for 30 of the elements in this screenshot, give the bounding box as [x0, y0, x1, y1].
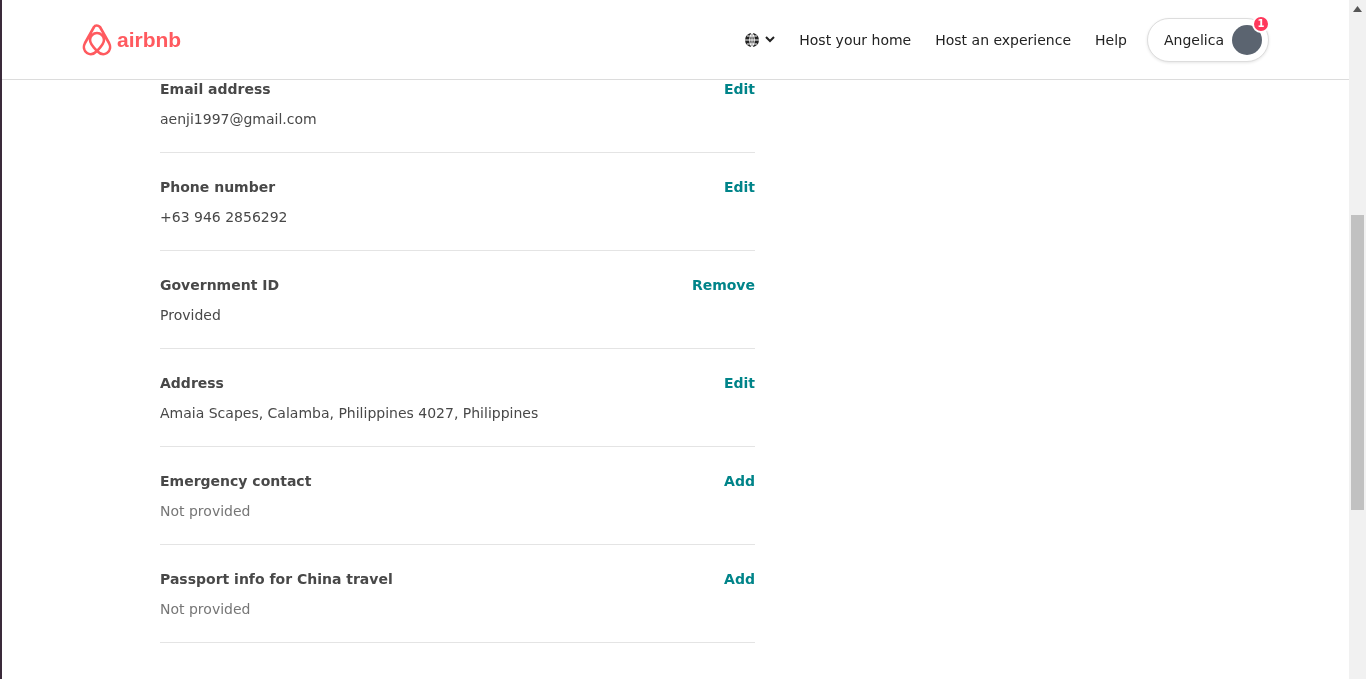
scrollbar[interactable] [1349, 0, 1366, 679]
field-label: Government ID [160, 277, 280, 293]
logo-wordmark[interactable]: airbnb [117, 27, 182, 52]
airbnb-logo-icon[interactable] [82, 23, 112, 56]
nav-link[interactable]: Host your home [787, 31, 924, 48]
field-value: Amaia Scapes, Calamba, Philippines 4027, Philippines [160, 404, 540, 422]
scroll-up-icon[interactable] [1353, 6, 1362, 12]
nav-link[interactable]: Host an experience [923, 31, 1084, 48]
nav-link[interactable]: Help [1083, 31, 1139, 48]
field-value: Provided [160, 306, 222, 324]
notification-badge: 1 [1252, 14, 1270, 33]
field-value: aenji1997@gmail.com [160, 110, 318, 128]
field-value: Not provided [160, 502, 252, 520]
field-action-link[interactable]: Add [724, 571, 755, 587]
field-label: Passport info for China travel [160, 571, 393, 587]
globe-icon [744, 31, 761, 48]
field-label: Emergency contact [160, 473, 312, 489]
field-action-link[interactable]: Edit [723, 179, 755, 195]
field-action-link[interactable]: Edit [723, 375, 755, 391]
field-label: Phone number [160, 179, 276, 195]
scrollbar-thumb[interactable] [1351, 215, 1364, 510]
field-action-link[interactable]: Add [724, 473, 755, 489]
field-action-link[interactable]: Remove [691, 277, 755, 293]
field-label: Address [160, 375, 224, 391]
field-value: Not provided [160, 600, 252, 618]
user-menu-button[interactable]: Angelica 1 [1147, 17, 1269, 62]
field-action-link[interactable]: Edit [723, 81, 755, 97]
chevron-down-icon [765, 36, 776, 43]
field-value: +63 946 2856292 [160, 208, 289, 226]
field-label: Email address [160, 81, 271, 97]
